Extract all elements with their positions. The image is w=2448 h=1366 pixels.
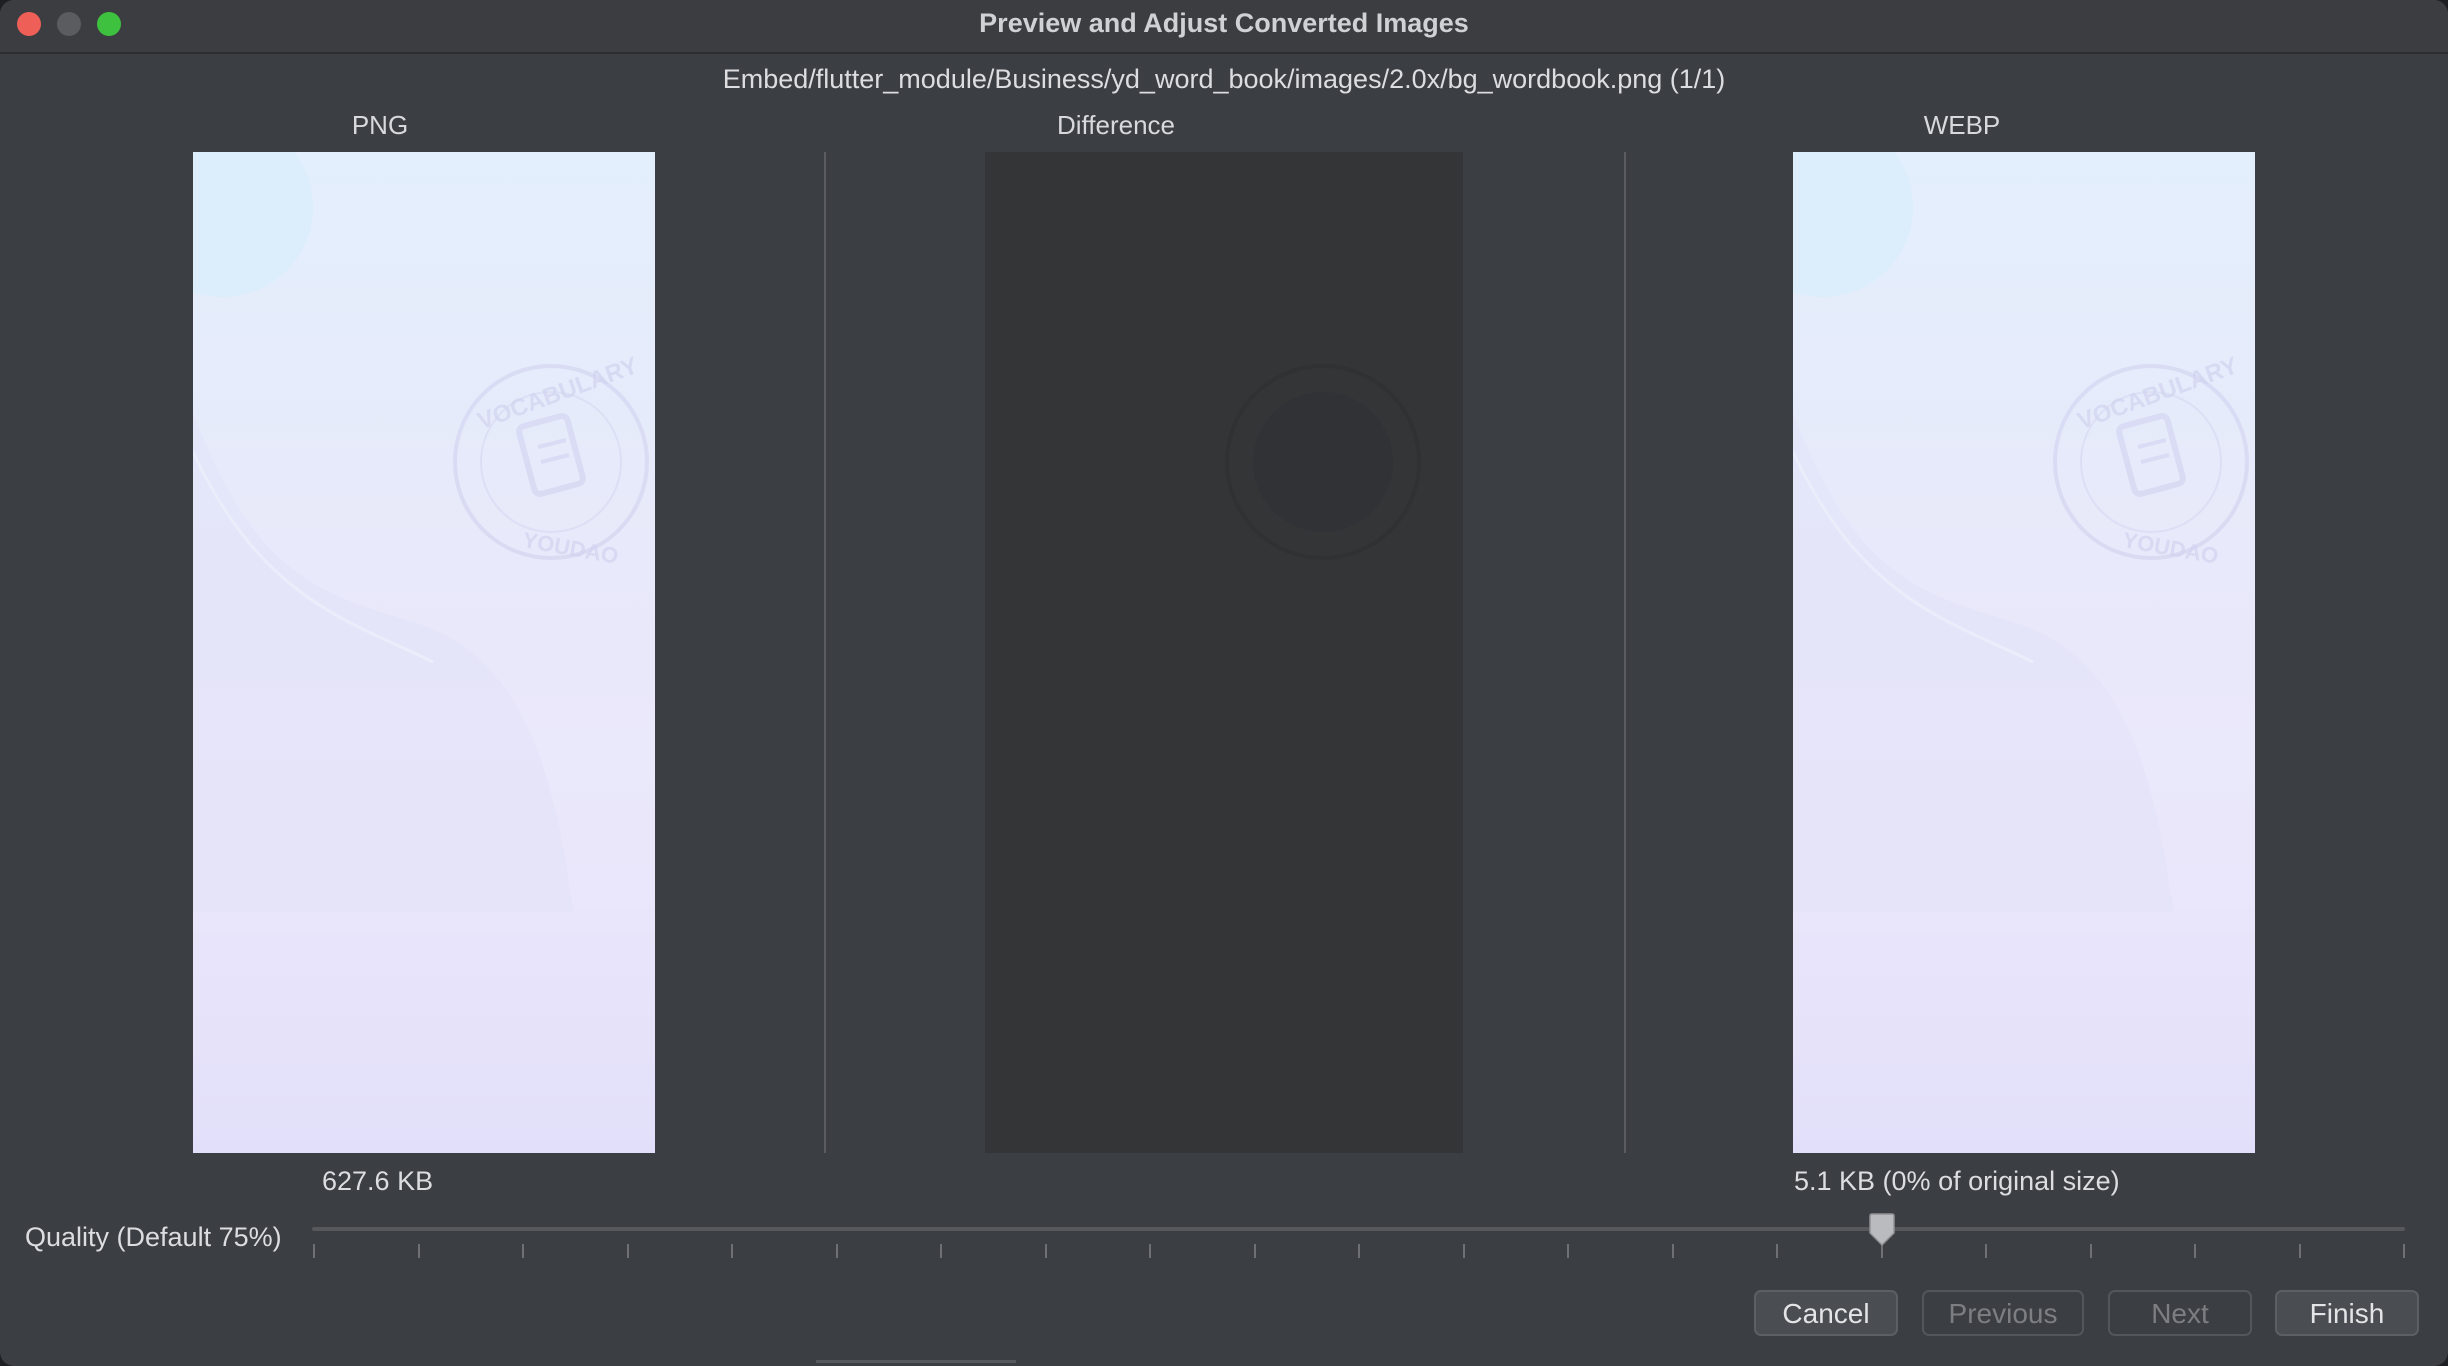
resize-handle: [816, 1360, 1016, 1363]
slider-tick: [1253, 1244, 1256, 1258]
divider-right: [1624, 152, 1626, 1153]
slider-tick: [626, 1244, 629, 1258]
quality-label: Quality (Default 75%): [25, 1222, 282, 1252]
slider-tick: [1776, 1244, 1778, 1258]
difference-label: Difference: [1056, 110, 1176, 140]
slider-tick: [2194, 1244, 2196, 1258]
png-size-label: 627.6 KB: [322, 1166, 434, 1196]
window-title: Preview and Adjust Converted Images: [979, 8, 1469, 38]
slider-thumb[interactable]: [1868, 1213, 1896, 1247]
finish-button[interactable]: Finish: [2275, 1290, 2419, 1336]
slider-tick: [2298, 1244, 2301, 1258]
png-preview-image: VOCABULARY YOUDAO: [193, 152, 655, 1153]
slider-tick: [1358, 1244, 1360, 1258]
slider-tick: [731, 1244, 733, 1258]
slider-tick: [2089, 1244, 2092, 1258]
slider-tick: [1985, 1244, 1987, 1258]
file-path: Embed/flutter_module/Business/yd_word_bo…: [722, 64, 1726, 94]
dialog-window: Preview and Adjust Converted Images Embe…: [0, 0, 2448, 1366]
next-button[interactable]: Next: [2108, 1290, 2252, 1336]
slider-tick: [940, 1244, 942, 1258]
slider-tick: [522, 1244, 524, 1258]
cancel-button[interactable]: Cancel: [1754, 1290, 1898, 1336]
difference-preview-image: [985, 152, 1463, 1153]
title-bar: Preview and Adjust Converted Images: [0, 0, 2448, 54]
slider-tick: [417, 1244, 420, 1258]
slider-tick: [835, 1244, 838, 1258]
png-label: PNG: [351, 110, 409, 140]
divider-left: [824, 152, 826, 1153]
previous-button[interactable]: Previous: [1922, 1290, 2084, 1336]
slider-tick: [2403, 1244, 2405, 1258]
png-stamp-bottom-text: YOUDAO: [521, 527, 620, 568]
webp-stamp-bottom-text: YOUDAO: [2121, 527, 2220, 568]
slider-tick: [1044, 1244, 1047, 1258]
webp-size-label: 5.1 KB (0% of original size): [1794, 1166, 2120, 1196]
slider-track[interactable]: [312, 1227, 2405, 1231]
webp-preview-image: VOCABULARY YOUDAO: [1793, 152, 2255, 1153]
slider-tick: [1671, 1244, 1674, 1258]
webp-label: WEBP: [1923, 110, 2001, 140]
slider-tick: [1149, 1244, 1151, 1258]
slider-tick: [313, 1244, 315, 1258]
slider-tick: [1462, 1244, 1465, 1258]
slider-tick: [1567, 1244, 1569, 1258]
